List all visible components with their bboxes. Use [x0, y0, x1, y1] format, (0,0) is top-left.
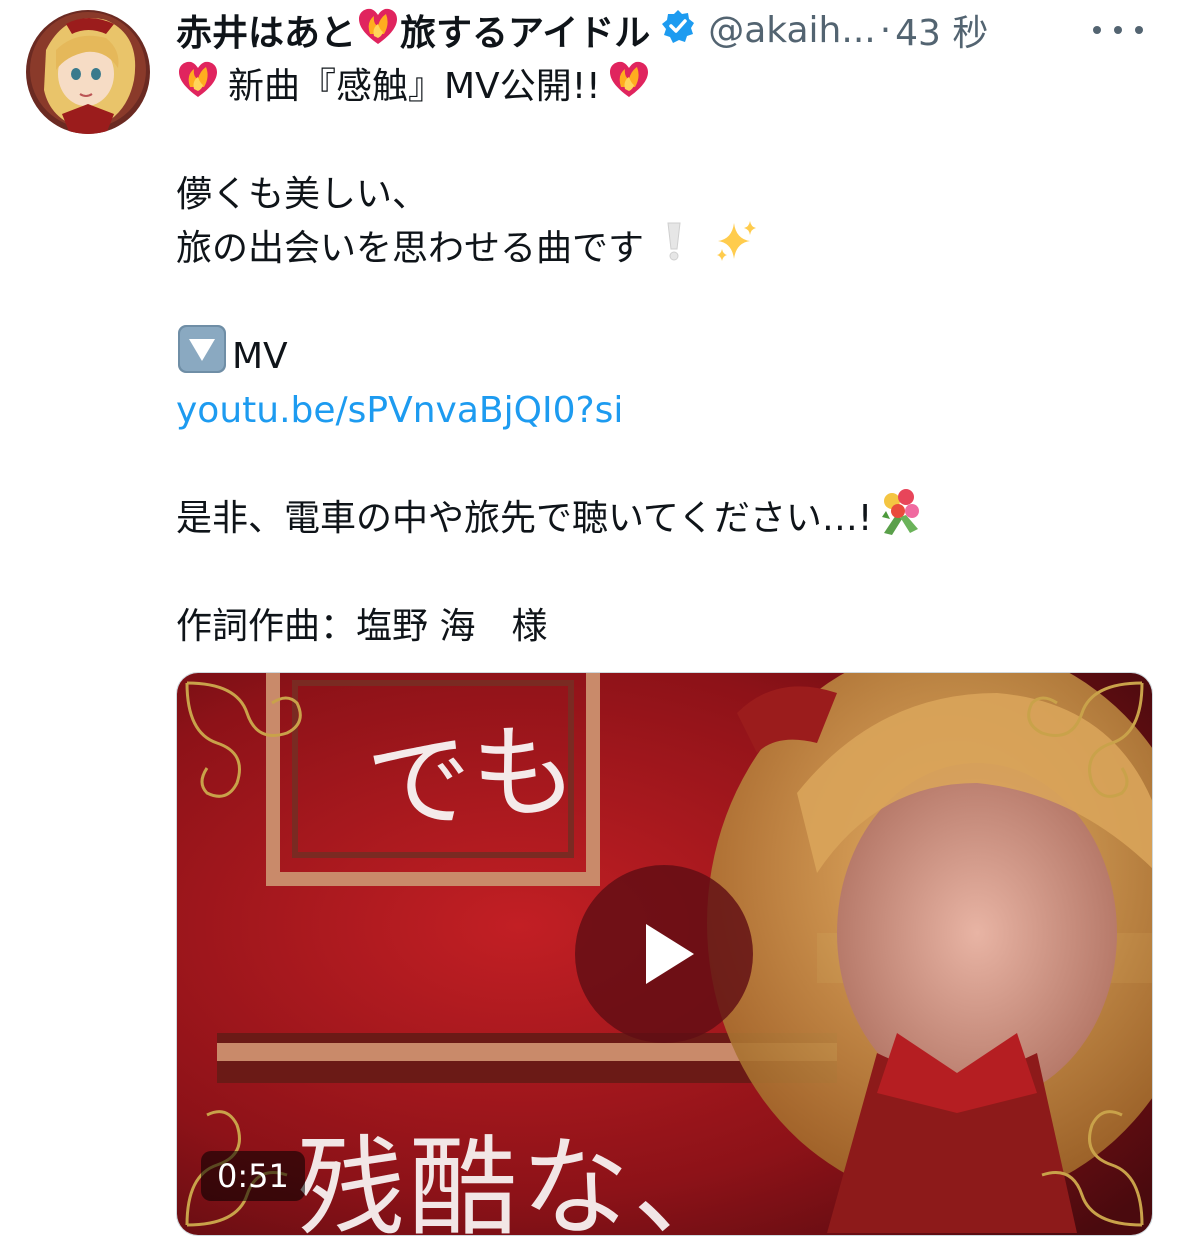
- tweet-line: 旅の出会いを思わせる曲です: [176, 219, 1136, 279]
- more-options-button[interactable]: [1093, 20, 1143, 40]
- avatar[interactable]: [26, 10, 150, 134]
- tweet-line-title: 新曲『感触』MV公開!!: [176, 60, 1136, 114]
- display-name-part2: 旅するアイドル: [400, 13, 651, 54]
- bouquet-icon: [874, 485, 926, 553]
- mv-label: MV: [232, 336, 288, 377]
- more-dot-icon: [1093, 26, 1101, 34]
- title-text: 新曲『感触』MV公開!!: [228, 66, 601, 107]
- tweet-text: 新曲『感触』MV公開!! 儚くも美しい、 旅の出会いを思わせる曲です MV yo…: [176, 60, 1136, 654]
- heart-on-fire-icon: [356, 4, 400, 57]
- youtube-link[interactable]: youtu.be/sPVnvaBjQI0?si: [176, 384, 623, 438]
- tweet-line-mv: MV: [176, 325, 1136, 384]
- more-dot-icon: [1114, 26, 1122, 34]
- video-thumbnail[interactable]: でも 残酷な、 0:51: [176, 672, 1153, 1236]
- heart-on-fire-icon: [607, 57, 651, 117]
- sparkles-icon: [712, 217, 760, 281]
- tweet-header: 赤井はあと 旅するアイドル @akaih... · 43 秒: [176, 6, 1156, 54]
- separator: ·: [879, 9, 892, 51]
- more-dot-icon: [1135, 26, 1143, 34]
- tweet-line-link: youtu.be/sPVnvaBjQI0?si: [176, 384, 1136, 438]
- play-icon: [646, 924, 694, 984]
- tweet-line-credit: 作詞作曲：塩野 海 様: [176, 606, 548, 647]
- tweet-line: 是非、電車の中や旅先で聴いてください…!: [176, 489, 1136, 546]
- verified-badge-icon: [660, 8, 696, 53]
- down-button-icon: [176, 323, 228, 391]
- heart-on-fire-icon: [176, 57, 220, 117]
- tweet-line: 儚くも美しい、: [176, 174, 429, 215]
- line-text: 旅の出会いを思わせる曲です: [176, 228, 645, 269]
- timestamp[interactable]: 43 秒: [895, 4, 988, 56]
- display-name[interactable]: 赤井はあと 旅するアイドル: [176, 4, 650, 57]
- display-name-part1: 赤井はあと: [176, 13, 357, 54]
- video-caption-bottom: 残酷な、: [297, 1126, 746, 1236]
- video-duration: 0:51: [201, 1151, 305, 1201]
- author-handle[interactable]: @akaih...: [708, 10, 875, 51]
- video-caption-top: でも: [362, 706, 582, 850]
- play-button[interactable]: [575, 865, 753, 1043]
- line-text: 是非、電車の中や旅先で聴いてください…!: [176, 498, 873, 539]
- white-exclamation-icon: [662, 219, 686, 279]
